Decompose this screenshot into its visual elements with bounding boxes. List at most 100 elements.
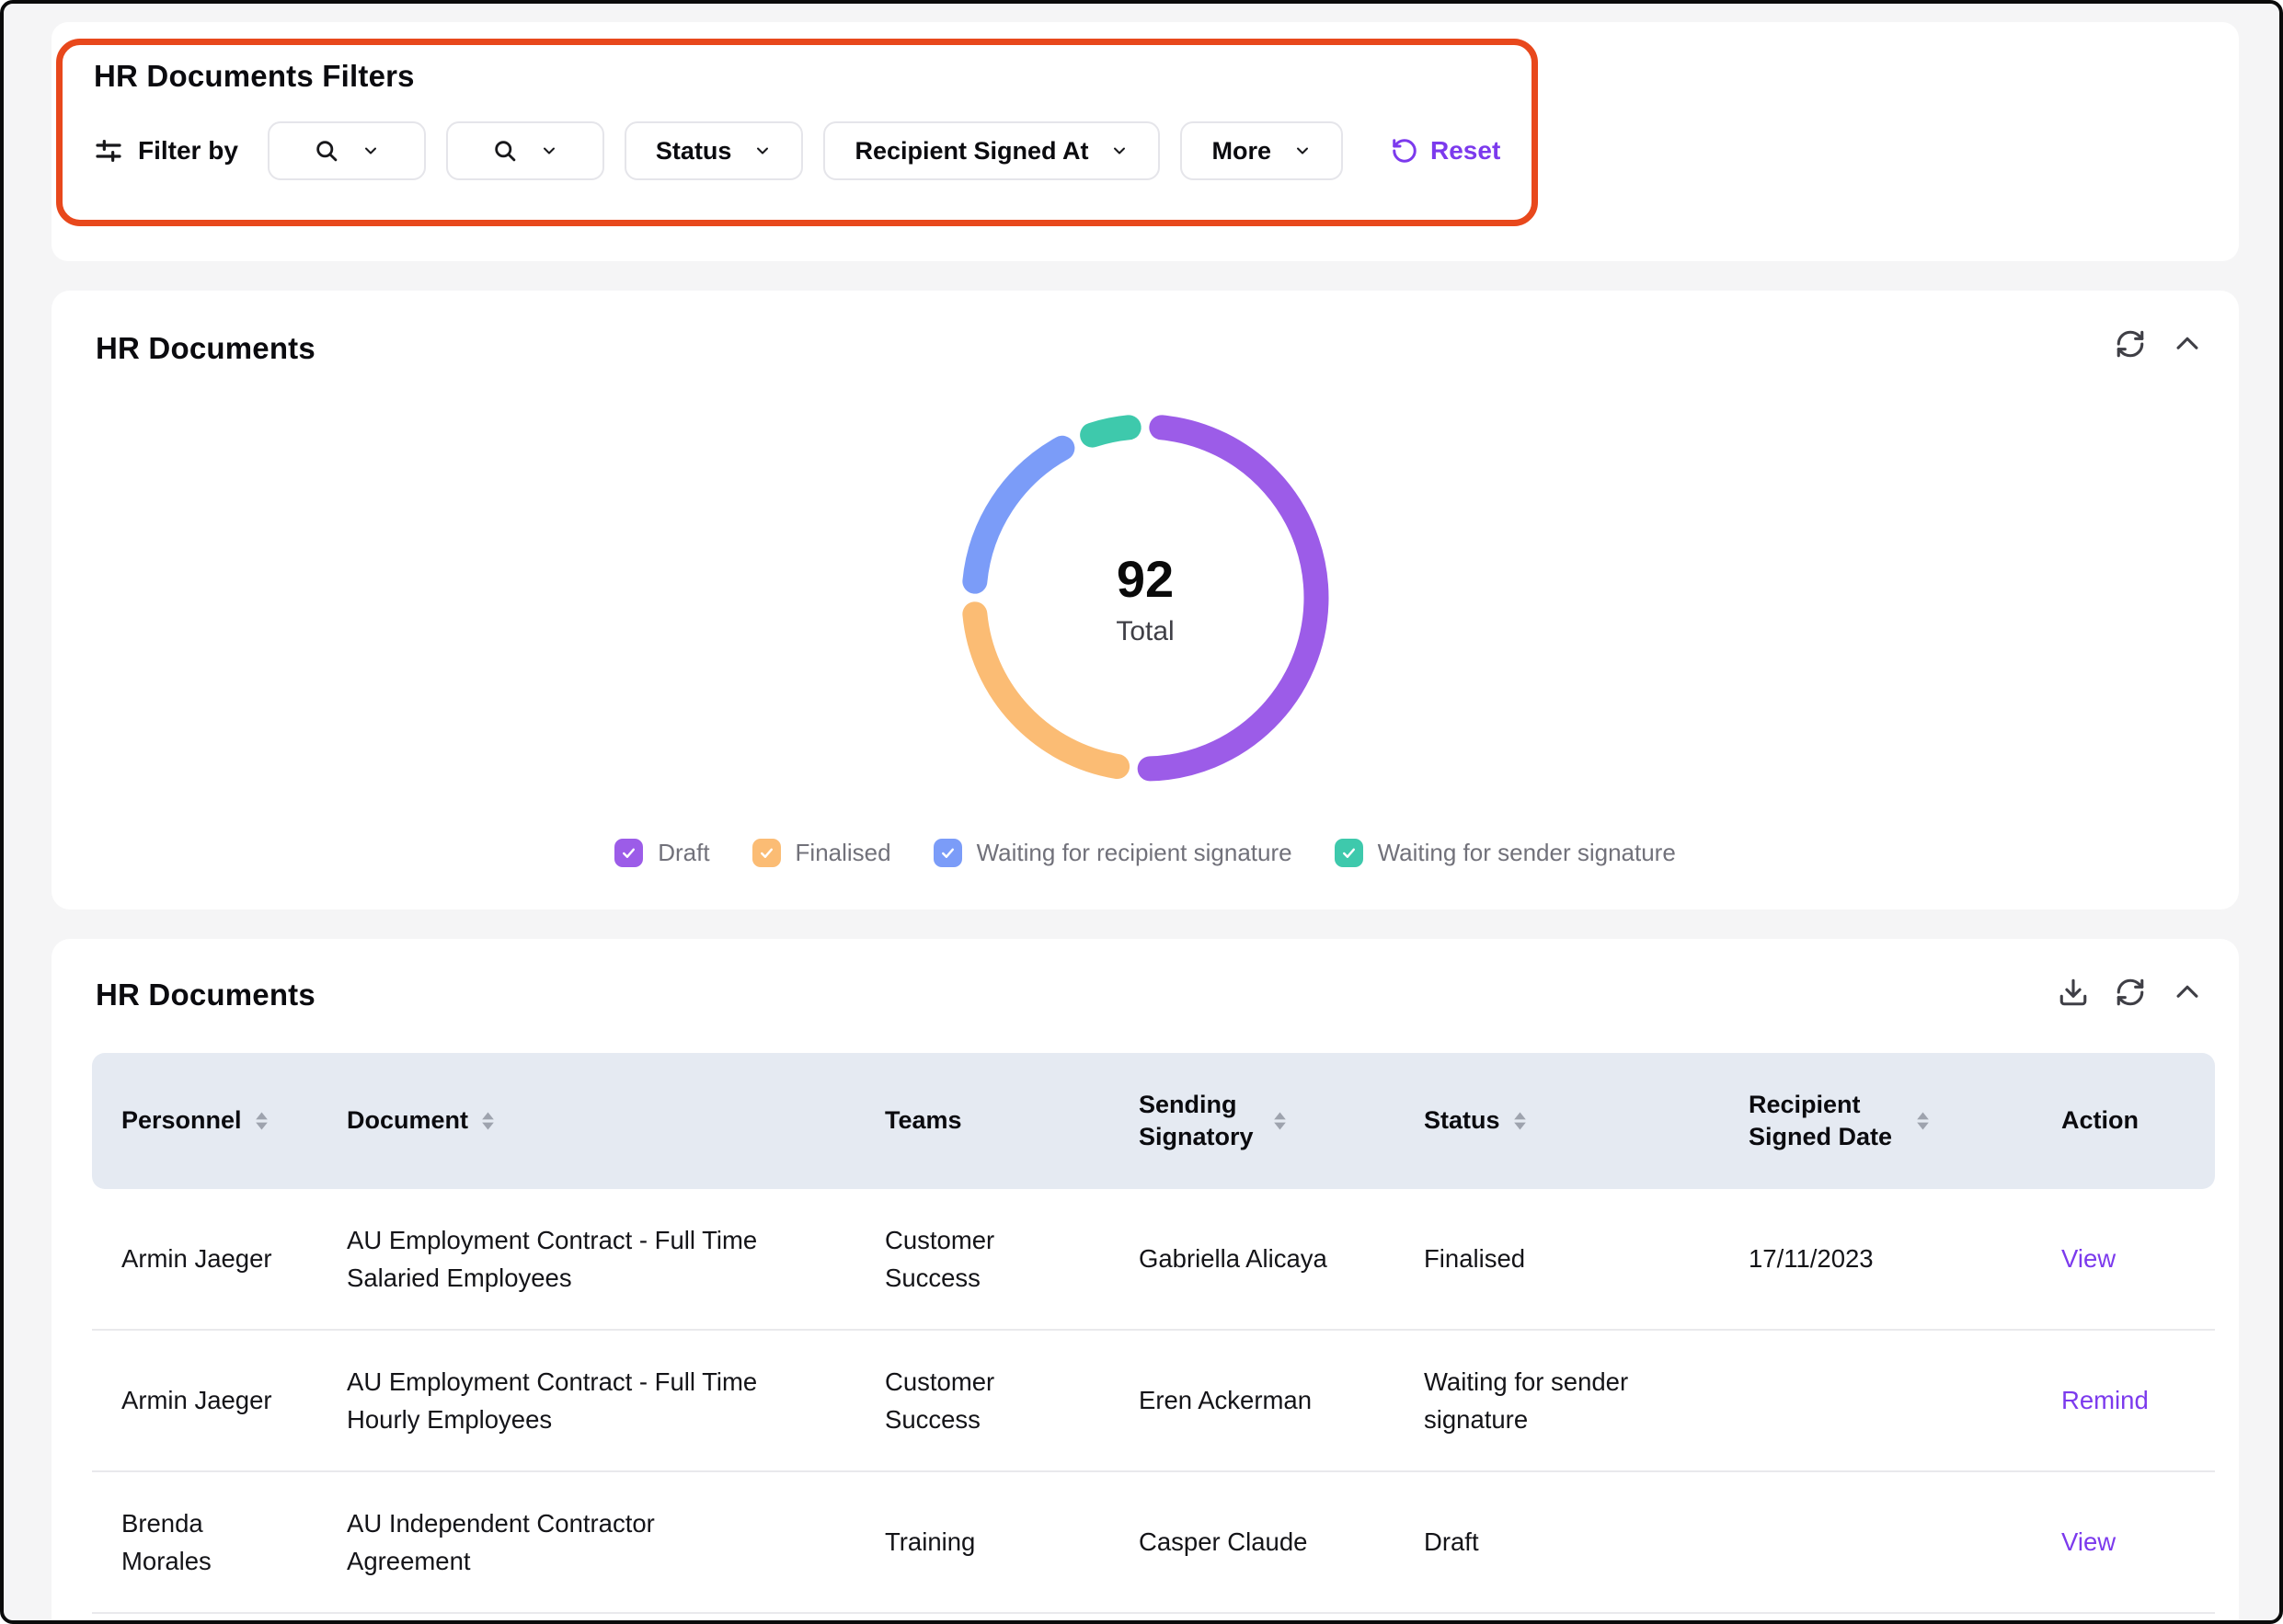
column-header-label: Sending Signatory	[1139, 1089, 1260, 1153]
chevron-down-icon	[1110, 142, 1129, 160]
legend-item-waiting-for-sender-signature: Waiting for sender signature	[1335, 839, 1676, 867]
more-filter-label: More	[1211, 137, 1271, 166]
cell-value: Customer Success	[885, 1221, 1032, 1298]
cell-status: Waiting for sender signature	[1424, 1331, 1749, 1472]
cell-value: Armin Jaeger	[121, 1240, 272, 1277]
sort-arrows-icon	[1916, 1112, 1930, 1130]
donut-segment-waiting-for-recipient-signature[interactable]	[975, 448, 1062, 581]
column-header-label: Document	[347, 1104, 468, 1137]
action-link-view[interactable]: View	[2061, 1527, 2116, 1556]
column-header-action: Action	[2061, 1053, 2215, 1189]
chevron-up-icon	[2172, 977, 2203, 1008]
donut-chart-svg	[952, 405, 1338, 791]
search-filter-button-1[interactable]	[268, 121, 426, 180]
search-icon	[314, 138, 339, 164]
cell-recipient_signed_date	[1749, 1472, 2061, 1614]
more-filter-button[interactable]: More	[1180, 121, 1343, 180]
column-header-label: Action	[2061, 1104, 2139, 1137]
refresh-button[interactable]	[2114, 327, 2147, 360]
cell-value: Training	[885, 1523, 975, 1561]
legend-label: Finalised	[796, 839, 891, 867]
cell-value: Gabriella Alicaya	[1139, 1240, 1327, 1277]
hr-documents-chart-card: HR Documents 92 Total	[52, 291, 2239, 909]
column-header-status[interactable]: Status	[1424, 1053, 1749, 1189]
cell-recipient_signed_date	[1749, 1331, 2061, 1472]
checkmark-icon	[758, 844, 775, 862]
legend-checkbox-waiting-for-recipient-signature[interactable]	[934, 839, 962, 867]
chevron-up-icon	[2172, 328, 2203, 360]
refresh-icon	[2115, 328, 2146, 360]
donut-segment-waiting-for-sender-signature[interactable]	[1093, 428, 1130, 435]
column-header-personnel[interactable]: Personnel	[92, 1053, 347, 1189]
legend-checkbox-waiting-for-sender-signature[interactable]	[1335, 839, 1363, 867]
legend-checkbox-draft[interactable]	[614, 839, 643, 867]
sort-arrows-icon	[481, 1112, 495, 1130]
table-row: Brenda MoralesAU Independent Contractor …	[92, 1472, 2215, 1614]
donut-segment-draft[interactable]	[1150, 428, 1316, 769]
rotate-ccw-icon	[1391, 137, 1418, 165]
cell-sending_signatory: Casper Claude	[1139, 1472, 1424, 1614]
table-row: Armin Jaeger AU Employment Contract - Ful…	[92, 1189, 2215, 1331]
column-header-recipient_signed_date[interactable]: Recipient Signed Date	[1749, 1053, 2061, 1189]
cell-recipient_signed_date: 17/11/2023	[1749, 1189, 2061, 1331]
checkmark-icon	[939, 844, 957, 862]
download-button[interactable]	[2057, 976, 2090, 1009]
refresh-icon	[2115, 977, 2146, 1008]
collapse-button[interactable]	[2171, 327, 2204, 360]
chevron-down-icon	[540, 142, 558, 160]
checkmark-icon	[1340, 844, 1358, 862]
column-header-document[interactable]: Document	[347, 1053, 885, 1189]
recipient-signed-at-filter-button[interactable]: Recipient Signed At	[823, 121, 1160, 180]
action-link-remind[interactable]: Remind	[2061, 1386, 2149, 1414]
cell-value: Draft	[1424, 1523, 1479, 1561]
cell-value: AU Employment Contract - Full Time Hourl…	[347, 1363, 777, 1439]
search-icon	[492, 138, 518, 164]
column-header-label: Personnel	[121, 1104, 242, 1137]
reset-filters-button[interactable]: Reset	[1385, 135, 1506, 166]
cell-teams: Customer Success	[885, 1189, 1139, 1331]
filters-card-title: HR Documents Filters	[94, 59, 2239, 94]
app-frame: HR Documents Filters Filter by	[0, 0, 2283, 1624]
legend-item-finalised: Finalised	[752, 839, 891, 867]
chevron-down-icon	[753, 142, 772, 160]
cell-status: Draft	[1424, 1472, 1749, 1614]
filter-by-label: Filter by	[138, 136, 238, 166]
reset-label: Reset	[1430, 136, 1500, 166]
cell-value: Finalised	[1424, 1240, 1525, 1277]
legend-label: Draft	[658, 839, 709, 867]
sort-arrows-icon	[255, 1112, 269, 1130]
refresh-button[interactable]	[2114, 976, 2147, 1009]
cell-value: AU Independent Contractor Agreement	[347, 1504, 777, 1581]
table-header-row: PersonnelDocumentTeamsSending SignatoryS…	[92, 1053, 2215, 1189]
cell-value: 17/11/2023	[1749, 1240, 1874, 1277]
status-filter-label: Status	[656, 137, 732, 166]
legend-label: Waiting for sender signature	[1378, 839, 1676, 867]
chart-card-actions	[2114, 327, 2204, 360]
cell-document: AU Employment Contract - Full Time Hourl…	[347, 1331, 885, 1472]
legend-checkbox-finalised[interactable]	[752, 839, 781, 867]
cell-value: AU Employment Contract - Full Time Salar…	[347, 1221, 777, 1298]
sort-arrows-icon	[1273, 1112, 1287, 1130]
cell-document: AU Independent Contractor Agreement	[347, 1472, 885, 1614]
action-link-view[interactable]: View	[2061, 1244, 2116, 1273]
cell-teams: Training	[885, 1472, 1139, 1614]
collapse-button[interactable]	[2171, 976, 2204, 1009]
cell-value: Armin Jaeger	[121, 1381, 272, 1419]
checkmark-icon	[620, 844, 637, 862]
chart-legend: DraftFinalisedWaiting for recipient sign…	[52, 839, 2239, 867]
table-card-title: HR Documents	[96, 978, 2239, 1012]
donut-segment-finalised[interactable]	[975, 614, 1118, 767]
chevron-down-icon	[361, 142, 380, 160]
chevron-down-icon	[1293, 142, 1312, 160]
column-header-sending_signatory[interactable]: Sending Signatory	[1139, 1053, 1424, 1189]
chart-card-title: HR Documents	[96, 331, 2239, 366]
donut-chart: 92 Total	[952, 405, 1338, 791]
cell-sending_signatory: Gabriella Alicaya	[1139, 1189, 1424, 1331]
status-filter-button[interactable]: Status	[625, 121, 804, 180]
recipient-signed-at-filter-label: Recipient Signed At	[855, 137, 1088, 166]
filter-by-label-group: Filter by	[94, 136, 238, 166]
cell-document: AU Employment Contract - Full Time Salar…	[347, 1189, 885, 1331]
search-filter-button-2[interactable]	[446, 121, 604, 180]
sort-arrows-icon	[1513, 1112, 1527, 1130]
hr-documents-filters-card: HR Documents Filters Filter by	[52, 22, 2239, 261]
